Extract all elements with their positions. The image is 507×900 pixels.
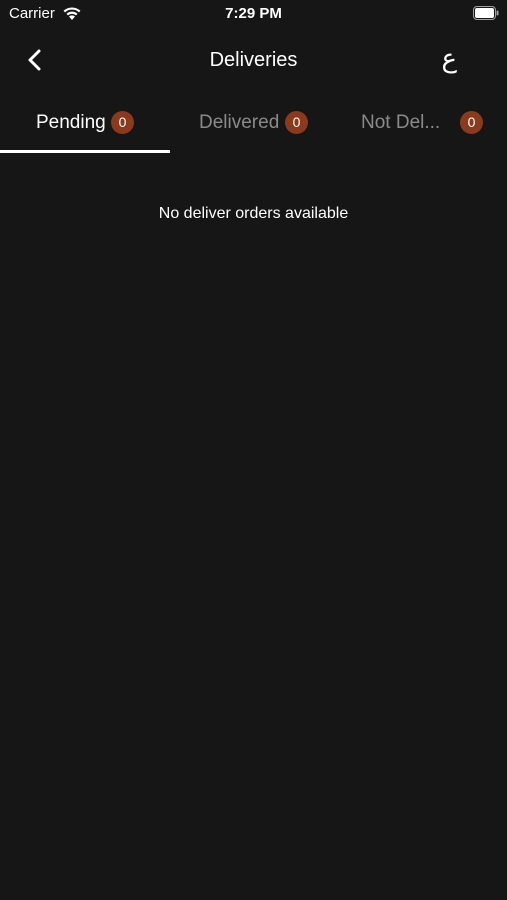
active-tab-indicator [0, 150, 170, 153]
tab-delivered[interactable]: Delivered 0 [170, 104, 340, 152]
empty-state-message: No deliver orders available [158, 205, 349, 222]
tab-pending[interactable]: Pending 0 [0, 104, 170, 152]
status-bar: Carrier 7:29 PM [0, 0, 507, 28]
delivery-status-tabs: Pending 0 Delivered 0 Not Del... 0 [0, 104, 507, 152]
deliveries-screen: Carrier 7:29 PM Deliveries ع Pending 0 D… [0, 0, 507, 900]
tab-delivered-label: Delivered [199, 112, 280, 133]
page-title: Deliveries [209, 49, 298, 71]
tab-delivered-count-badge: 0 [285, 111, 308, 134]
tab-pending-label: Pending [36, 112, 106, 133]
tab-not-delivered[interactable]: Not Del... 0 [340, 104, 507, 152]
navigation-bar: Deliveries ع [0, 38, 507, 84]
tab-not-delivered-count-badge: 0 [460, 111, 483, 134]
language-toggle-button[interactable]: ع [441, 44, 457, 74]
tab-not-delivered-label: Not Del... [361, 112, 441, 133]
tab-pending-count-badge: 0 [111, 111, 134, 134]
clock: 7:29 PM [225, 5, 282, 22]
battery-icon [473, 6, 499, 20]
